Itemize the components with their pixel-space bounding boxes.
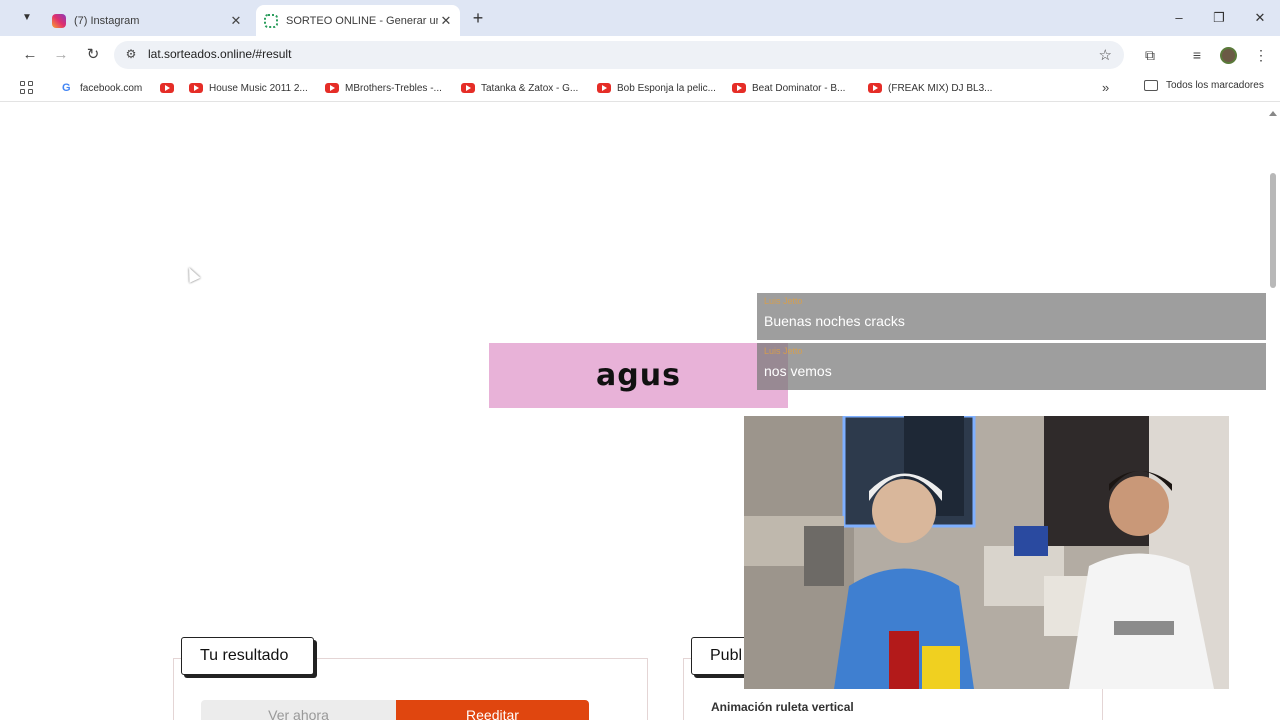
address-bar[interactable]: ⚙ lat.sorteados.online/#result ☆	[114, 41, 1124, 69]
tab-sorteo[interactable]: SORTEO ONLINE - Generar un s ✕	[256, 5, 460, 36]
mouse-cursor	[183, 265, 201, 283]
tab-instagram[interactable]: (7) Instagram ✕	[44, 5, 250, 36]
winner-result: agus	[489, 343, 788, 408]
bookmark-label: facebook.com	[80, 82, 143, 94]
apps-grid-icon[interactable]	[20, 81, 34, 95]
scrollbar-thumb[interactable]	[1270, 173, 1276, 288]
bookmark-house-music[interactable]: House Music 2011 2...	[189, 80, 308, 96]
bookmark-label: Beat Dominator - B...	[752, 82, 846, 94]
youtube-icon	[189, 83, 203, 93]
bookmark-label: MBrothers-Trebles -...	[345, 82, 442, 94]
bookmark-label: (FREAK MIX) DJ BL3...	[888, 82, 993, 94]
restore-icon[interactable]: ❐	[1209, 8, 1229, 28]
youtube-icon	[461, 83, 475, 93]
youtube-icon	[597, 83, 611, 93]
profile-avatar[interactable]	[1220, 47, 1237, 64]
back-icon[interactable]: ←	[20, 45, 40, 65]
close-icon[interactable]: ✕	[438, 13, 454, 29]
bookmark-beat-dominator[interactable]: Beat Dominator - B...	[732, 80, 845, 96]
youtube-icon	[160, 83, 174, 93]
bookmark-tatanka[interactable]: Tatanka & Zatox - G...	[461, 80, 578, 96]
site-info-icon[interactable]: ⚙	[123, 47, 139, 63]
tab-search-icon[interactable]: ▼	[18, 9, 36, 27]
youtube-icon	[868, 83, 882, 93]
tab-title: (7) Instagram	[74, 14, 140, 27]
bookmark-label: House Music 2011 2...	[209, 82, 308, 94]
bookmark-freak-mix[interactable]: (FREAK MIX) DJ BL3...	[868, 80, 992, 96]
all-bookmarks[interactable]: Todos los marcadores	[1144, 80, 1264, 91]
youtube-icon	[325, 83, 339, 93]
bookmark-label: Tatanka & Zatox - G...	[481, 82, 579, 94]
bookmark-mbrothers[interactable]: MBrothers-Trebles -...	[325, 80, 442, 96]
close-window-icon[interactable]: ✕	[1250, 8, 1270, 28]
folder-icon	[1144, 80, 1158, 91]
chat-text: nos vemos	[764, 363, 832, 379]
reedit-button[interactable]: Reeditar	[396, 700, 589, 720]
animation-label: Animación ruleta vertical	[711, 700, 854, 714]
instagram-icon	[52, 13, 66, 28]
vertical-scrollbar[interactable]	[1266, 103, 1280, 720]
chat-text: Buenas noches cracks	[764, 313, 905, 329]
youtube-icon	[732, 83, 746, 93]
view-now-button[interactable]: Ver ahora	[201, 700, 396, 720]
bookmark-youtube[interactable]	[160, 80, 180, 96]
new-tab-button[interactable]: +	[468, 8, 488, 28]
reload-icon[interactable]: ↻	[83, 45, 103, 65]
chat-username: Luis Jetto	[764, 346, 803, 356]
tab-title: SORTEO ONLINE - Generar un s	[286, 14, 438, 27]
webcam-overlay	[744, 416, 1229, 689]
forward-icon[interactable]: →	[51, 45, 71, 65]
url-text[interactable]: lat.sorteados.online/#result	[148, 47, 291, 61]
scroll-up-icon[interactable]	[1269, 111, 1277, 116]
bookmark-bob-esponja[interactable]: Bob Esponja la pelic...	[597, 80, 716, 96]
media-control-icon[interactable]: ≡	[1187, 45, 1207, 65]
minimize-icon[interactable]: –	[1169, 8, 1189, 28]
chat-message: Luis Jetto Buenas noches cracks	[757, 293, 1270, 340]
browser-toolbar: ← → ↻ ⚙ lat.sorteados.online/#result ☆ ⧉…	[0, 36, 1280, 74]
close-icon[interactable]: ✕	[228, 13, 244, 29]
google-icon: G	[62, 82, 71, 94]
bookmark-facebook[interactable]: G facebook.com	[62, 80, 142, 96]
chat-message: Luis Jetto nos vemos	[757, 343, 1270, 390]
menu-icon[interactable]: ⋮	[1251, 45, 1271, 65]
bookmark-label: Bob Esponja la pelic...	[617, 82, 716, 94]
sorteados-icon	[264, 13, 278, 28]
page-content: agus Tu resultado Ver ahora Reeditar Pub…	[0, 103, 1280, 720]
webcam-image	[744, 416, 1229, 689]
extensions-icon[interactable]: ⧉	[1140, 45, 1160, 65]
all-bookmarks-label: Todos los marcadores	[1166, 80, 1264, 91]
bookmark-star-icon[interactable]: ☆	[1099, 46, 1112, 64]
result-tab[interactable]: Tu resultado	[181, 637, 314, 675]
tab-strip: ▼ (7) Instagram ✕ SORTEO ONLINE - Genera…	[0, 0, 1280, 36]
chevron-double-right-icon[interactable]: »	[1102, 80, 1109, 95]
chat-username: Luis Jetto	[764, 296, 803, 306]
